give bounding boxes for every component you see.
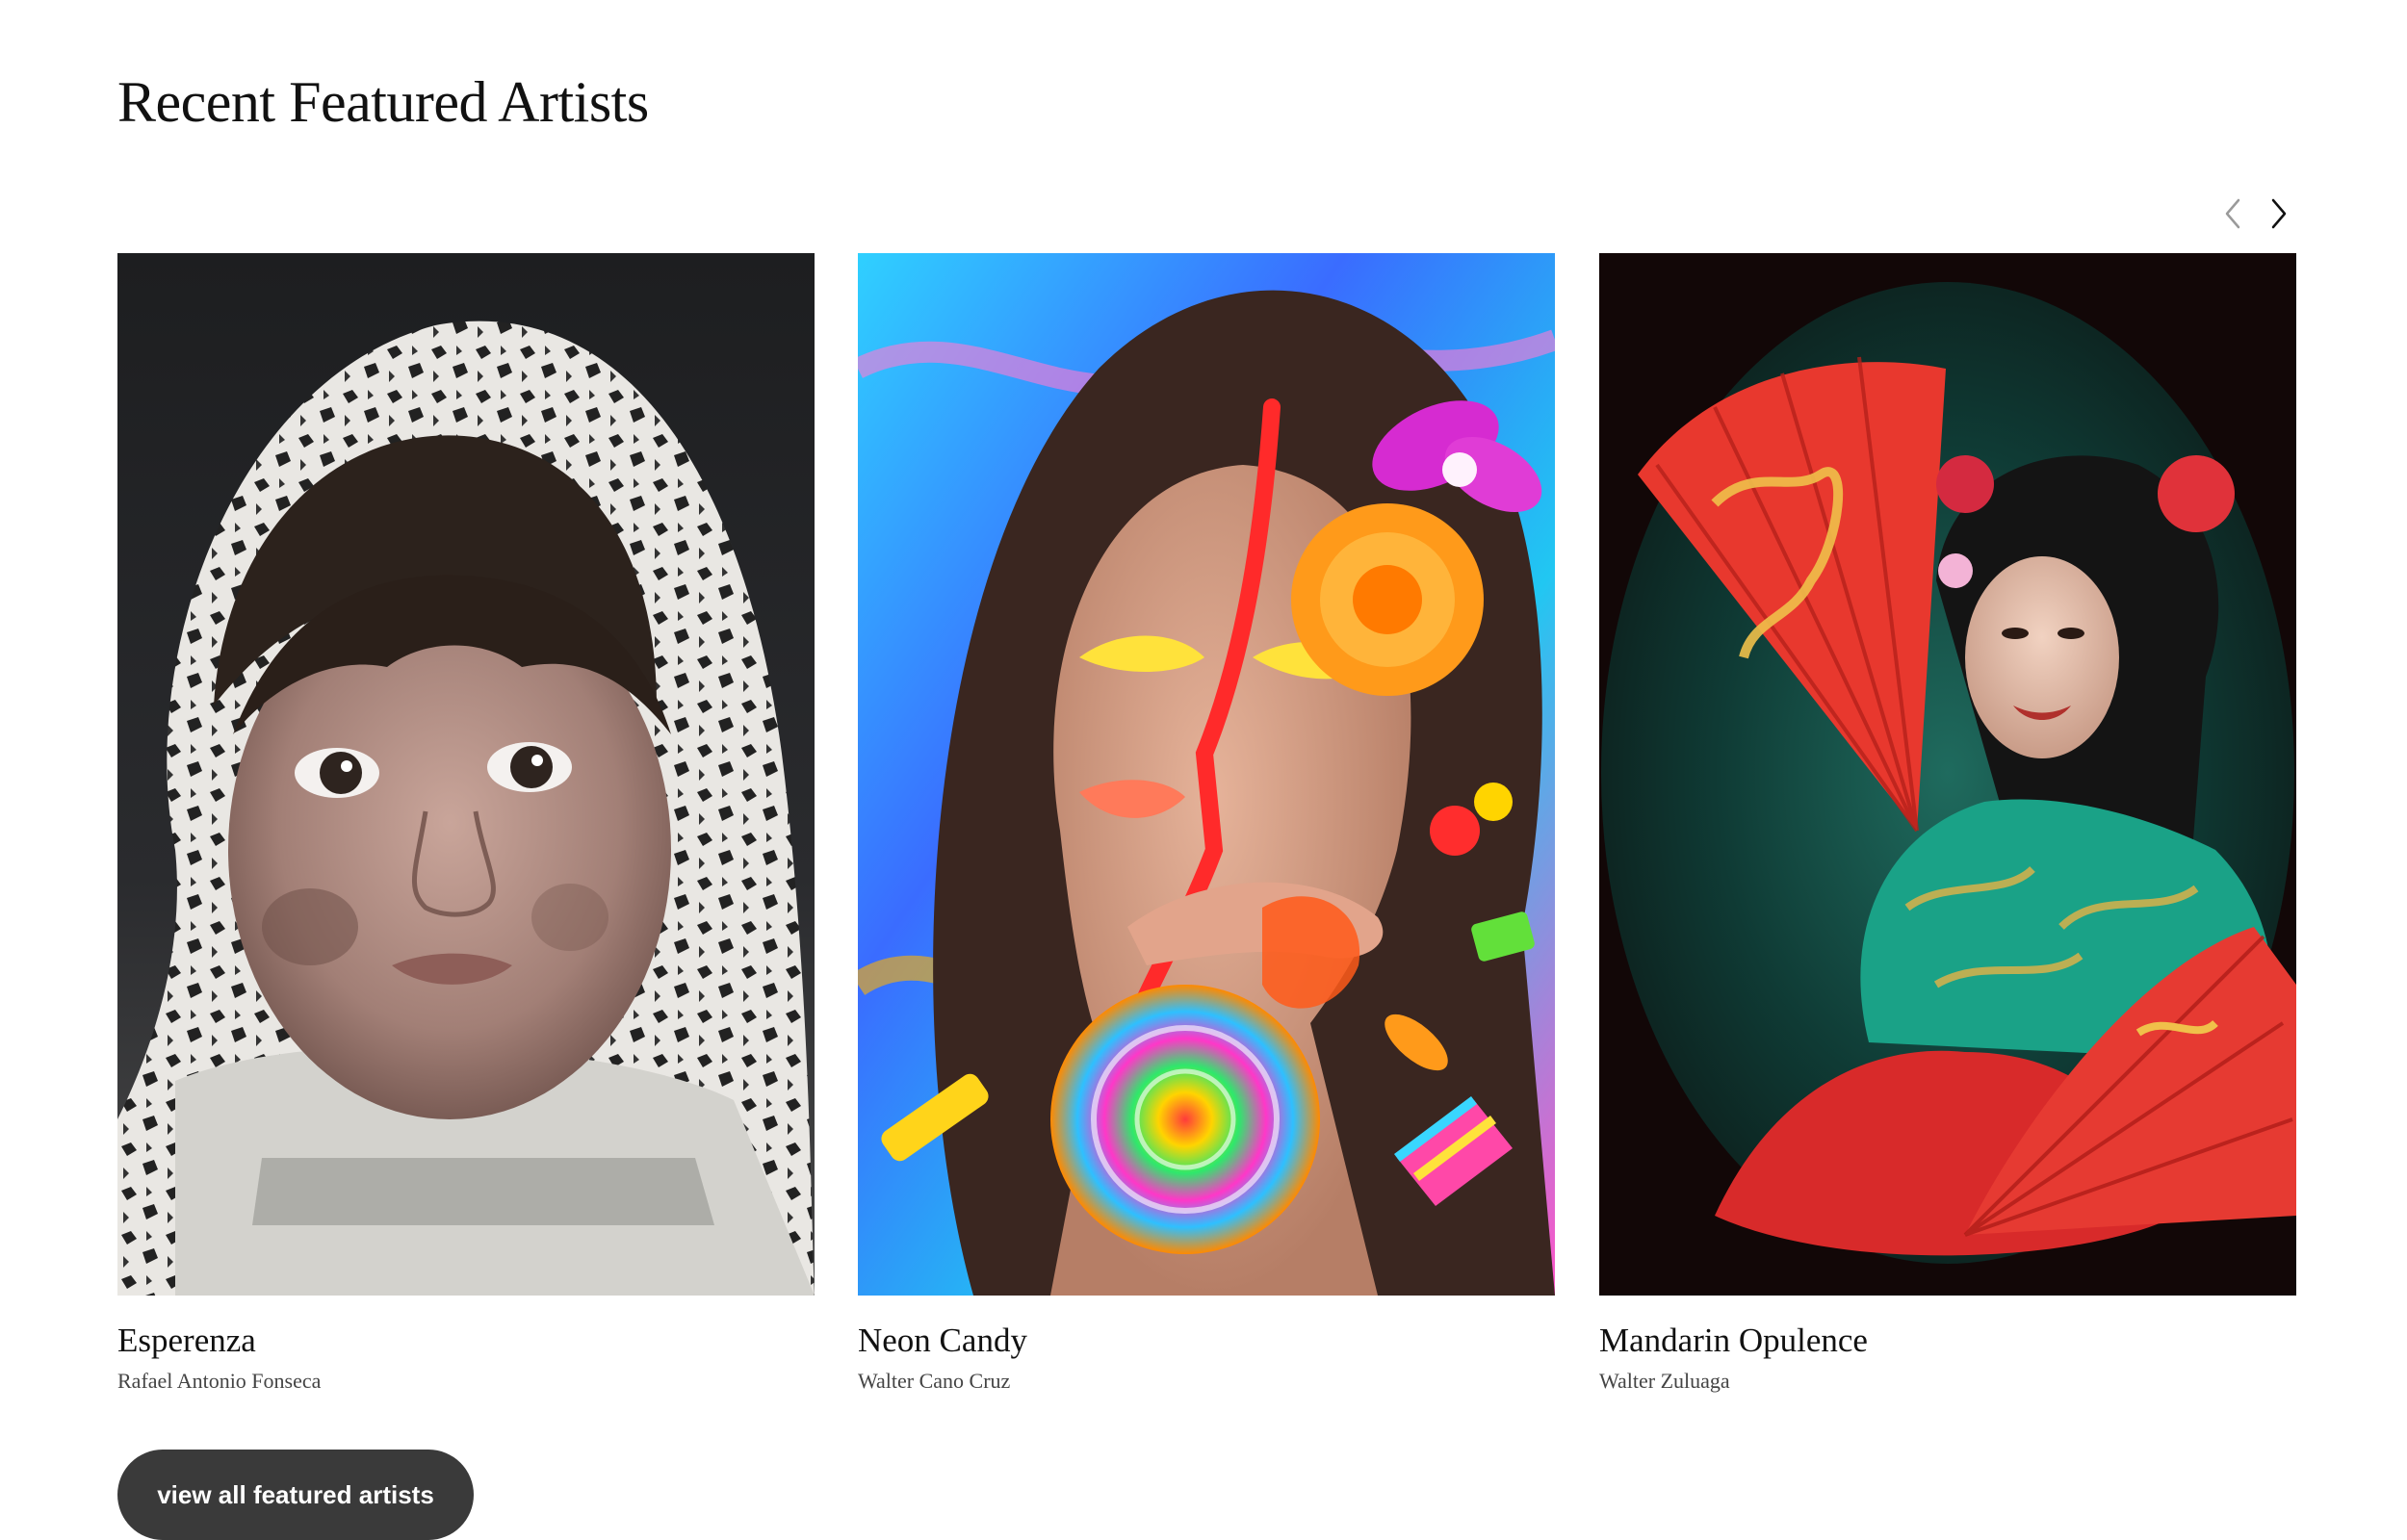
artwork-card[interactable]: Mandarin Opulence Walter Zuluaga [1599, 253, 2296, 1396]
artwork-card[interactable]: Neon Candy Walter Cano Cruz [858, 253, 1555, 1396]
view-all-featured-artists-button[interactable]: view all featured artists [117, 1450, 474, 1540]
chevron-right-icon[interactable] [2259, 191, 2297, 237]
section-title: Recent Featured Artists [117, 70, 649, 134]
artwork-card[interactable]: Esperenza Rafael Antonio Fonseca [117, 253, 815, 1396]
chevron-left-icon[interactable] [2214, 191, 2253, 237]
artwork-image[interactable] [858, 253, 1555, 1296]
card-artist[interactable]: Rafael Antonio Fonseca [117, 1367, 815, 1396]
card-title[interactable]: Esperenza [117, 1319, 815, 1363]
artwork-image[interactable] [1599, 253, 2296, 1296]
artwork-image[interactable] [117, 253, 815, 1296]
card-artist[interactable]: Walter Cano Cruz [858, 1367, 1555, 1396]
card-title[interactable]: Mandarin Opulence [1599, 1319, 2296, 1363]
carousel-nav [2214, 191, 2291, 237]
card-title[interactable]: Neon Candy [858, 1319, 1555, 1363]
card-artist[interactable]: Walter Zuluaga [1599, 1367, 2296, 1396]
